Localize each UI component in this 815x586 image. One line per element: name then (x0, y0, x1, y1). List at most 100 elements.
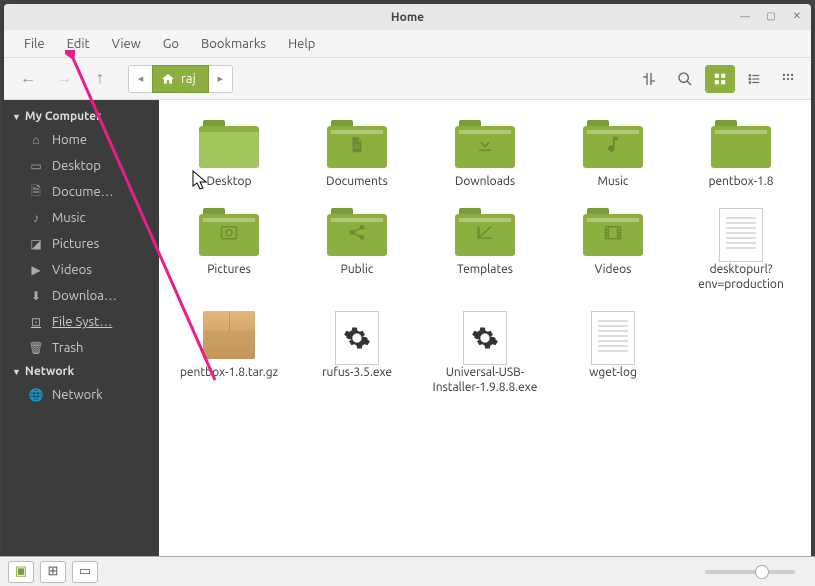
sidebar: ▼My Computer ⌂Home ▭Desktop 🗎Docume… ♪Mu… (4, 100, 159, 558)
maximize-button[interactable]: ▢ (763, 8, 779, 24)
home-icon: ⌂ (28, 132, 44, 148)
view-icons-button[interactable] (705, 65, 735, 93)
file-icon (199, 311, 259, 361)
body: ▼My Computer ⌂Home ▭Desktop 🗎Docume… ♪Mu… (4, 100, 811, 558)
file-item[interactable]: rufus-3.5.exe (295, 307, 419, 400)
menu-view[interactable]: View (102, 33, 151, 55)
file-icon (583, 208, 643, 258)
file-icon (583, 120, 643, 170)
menu-edit[interactable]: Edit (57, 33, 100, 55)
search-icon (677, 71, 693, 87)
file-icon (455, 120, 515, 170)
desktop-icon: ▭ (28, 158, 44, 174)
file-icon (327, 208, 387, 258)
file-item[interactable]: Templates (423, 204, 547, 297)
file-label: pentbox-1.8 (708, 174, 773, 190)
file-icon (711, 208, 771, 258)
back-button[interactable]: ← (12, 63, 44, 95)
file-icon (583, 311, 643, 361)
sidebar-item-documents[interactable]: 🗎Docume… (4, 179, 159, 205)
file-label: Downloads (455, 174, 515, 190)
file-item[interactable]: pentbox-1.8.tar.gz (167, 307, 291, 400)
sidebar-item-filesystem[interactable]: ⊡File Syst… (4, 309, 159, 335)
file-item[interactable]: Pictures (167, 204, 291, 297)
sidebar-item-downloads[interactable]: ⬇Downloa… (4, 283, 159, 309)
sidebar-item-home[interactable]: ⌂Home (4, 127, 159, 153)
file-label: Universal-USB-Installer-1.9.8.8.exe (430, 365, 540, 396)
window-controls: — ▢ ✕ (737, 8, 805, 24)
sidebar-item-trash[interactable]: 🗑Trash (4, 335, 159, 361)
file-icon (711, 120, 771, 170)
file-icon (327, 120, 387, 170)
sidebar-item-videos[interactable]: ▶Videos (4, 257, 159, 283)
file-item[interactable]: Videos (551, 204, 675, 297)
taskbar[interactable]: ▣ ⊞ ▭ (0, 556, 815, 586)
volume-slider[interactable] (705, 570, 795, 574)
window-title: Home (391, 11, 424, 24)
toggle-location-button[interactable] (633, 63, 665, 95)
up-button[interactable]: ↑ (84, 63, 116, 95)
video-icon: ▶ (28, 262, 44, 278)
file-label: pentbox-1.8.tar.gz (180, 365, 278, 381)
minimize-button[interactable]: — (737, 8, 753, 24)
sidebar-item-music[interactable]: ♪Music (4, 205, 159, 231)
network-icon: 🌐 (28, 387, 44, 403)
file-icon (455, 208, 515, 258)
close-button[interactable]: ✕ (789, 8, 805, 24)
menu-help[interactable]: Help (278, 33, 325, 55)
sidebar-section-network[interactable]: ▼Network (4, 361, 159, 382)
file-item[interactable]: Desktop (167, 116, 291, 194)
file-manager-window: Home — ▢ ✕ File Edit View Go Bookmarks H… (4, 4, 811, 582)
pathbar: ◂ raj ▸ (128, 65, 233, 93)
path-prev-button[interactable]: ◂ (128, 65, 152, 93)
taskbar-files-button[interactable]: ▣ (8, 561, 34, 583)
file-label: desktopurl?env=production (686, 262, 796, 293)
menu-file[interactable]: File (14, 33, 55, 55)
file-label: Videos (595, 262, 632, 278)
path-next-button[interactable]: ▸ (209, 65, 233, 93)
file-label: Public (341, 262, 374, 278)
sidebar-item-network[interactable]: 🌐Network (4, 382, 159, 408)
trash-icon: 🗑 (28, 340, 44, 356)
file-item[interactable]: Music (551, 116, 675, 194)
disk-icon: ⊡ (28, 314, 44, 330)
taskbar-desktop-button[interactable]: ▭ (72, 561, 98, 583)
file-label: Desktop (206, 174, 251, 190)
view-list-button[interactable] (739, 65, 769, 93)
file-label: Pictures (207, 262, 251, 278)
file-item[interactable]: Universal-USB-Installer-1.9.8.8.exe (423, 307, 547, 400)
file-item[interactable]: Documents (295, 116, 419, 194)
sidebar-section-my-computer[interactable]: ▼My Computer (4, 106, 159, 127)
view-compact-button[interactable] (773, 65, 803, 93)
file-icon (327, 311, 387, 361)
sidebar-item-pictures[interactable]: ◪Pictures (4, 231, 159, 257)
file-item[interactable]: Public (295, 204, 419, 297)
file-view[interactable]: Desktop Documents Downloads Music pentbox-1.… (159, 100, 811, 558)
home-icon (161, 72, 175, 86)
file-icon (455, 311, 515, 361)
file-item[interactable]: wget-log (551, 307, 675, 400)
file-icon (199, 208, 259, 258)
sidebar-item-desktop[interactable]: ▭Desktop (4, 153, 159, 179)
path-segment-home[interactable]: raj (152, 65, 209, 93)
file-item[interactable]: pentbox-1.8 (679, 116, 803, 194)
toolbar: ← → ↑ ◂ raj ▸ (4, 58, 811, 100)
picture-icon: ◪ (28, 236, 44, 252)
file-item[interactable]: Downloads (423, 116, 547, 194)
taskbar-expo-button[interactable]: ⊞ (40, 561, 66, 583)
menu-bookmarks[interactable]: Bookmarks (191, 33, 276, 55)
file-item[interactable]: desktopurl?env=production (679, 204, 803, 297)
menubar: File Edit View Go Bookmarks Help (4, 30, 811, 58)
titlebar[interactable]: Home — ▢ ✕ (4, 4, 811, 30)
menu-go[interactable]: Go (153, 33, 189, 55)
search-button[interactable] (669, 63, 701, 95)
document-icon: 🗎 (28, 184, 44, 200)
file-label: Music (598, 174, 629, 190)
file-label: rufus-3.5.exe (322, 365, 392, 381)
file-label: Documents (326, 174, 388, 190)
forward-button[interactable]: → (48, 63, 80, 95)
path-label: raj (181, 72, 196, 86)
download-icon: ⬇ (28, 288, 44, 304)
file-label: wget-log (589, 365, 637, 381)
music-icon: ♪ (28, 210, 44, 226)
